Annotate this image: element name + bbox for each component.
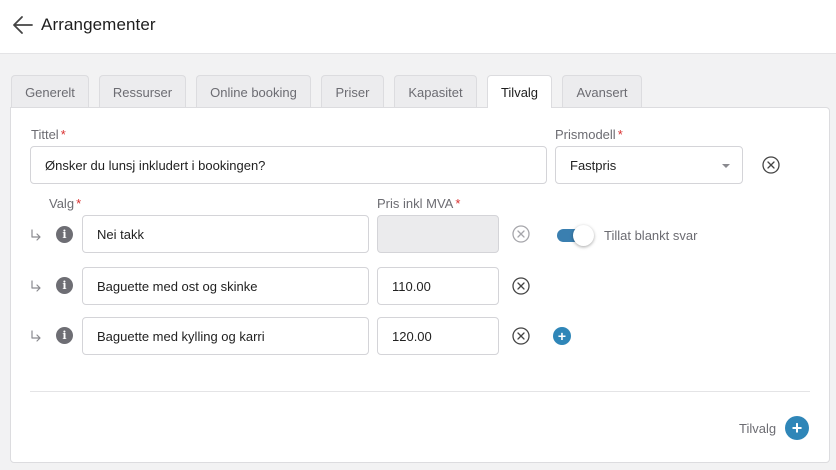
sub-item-arrow-icon <box>31 229 41 241</box>
add-choice-icon[interactable]: + <box>553 327 571 345</box>
title-label: Tittel * <box>31 127 66 142</box>
choice-input-1[interactable]: Nei takk <box>82 215 369 253</box>
info-icon[interactable]: i <box>56 327 73 344</box>
add-option-icon[interactable]: + <box>785 416 809 440</box>
sub-item-arrow-icon <box>31 280 41 292</box>
sub-item-arrow-icon <box>31 330 41 342</box>
title-input[interactable]: Ønsker du lunsj inkludert i bookingen? <box>30 146 547 184</box>
allow-blank-label: Tillat blankt svar <box>604 228 698 243</box>
price-label: Pris inkl MVA * <box>377 196 461 211</box>
price-input-3[interactable]: 120.00 <box>377 317 499 355</box>
toggle-knob <box>573 225 594 246</box>
price-input-1 <box>377 215 499 253</box>
remove-choice-icon <box>512 225 530 243</box>
allow-blank-toggle[interactable] <box>557 224 595 246</box>
remove-choice-icon[interactable] <box>512 277 530 295</box>
price-model-value: Fastpris <box>570 157 617 173</box>
divider <box>30 391 810 392</box>
remove-addon-icon[interactable] <box>762 156 780 174</box>
add-option-label[interactable]: Tilvalg <box>739 421 776 436</box>
price-model-select[interactable]: Fastpris <box>555 146 743 184</box>
price-model-label: Prismodell * <box>555 127 623 142</box>
choice-label: Valg * <box>49 196 82 211</box>
info-icon[interactable]: i <box>56 277 73 294</box>
price-input-2[interactable]: 110.00 <box>377 267 499 305</box>
chevron-down-icon <box>722 164 730 168</box>
remove-choice-icon[interactable] <box>512 327 530 345</box>
choice-input-3[interactable]: Baguette med kylling og karri <box>82 317 369 355</box>
choice-input-2[interactable]: Baguette med ost og skinke <box>82 267 369 305</box>
info-icon[interactable]: i <box>56 226 73 243</box>
